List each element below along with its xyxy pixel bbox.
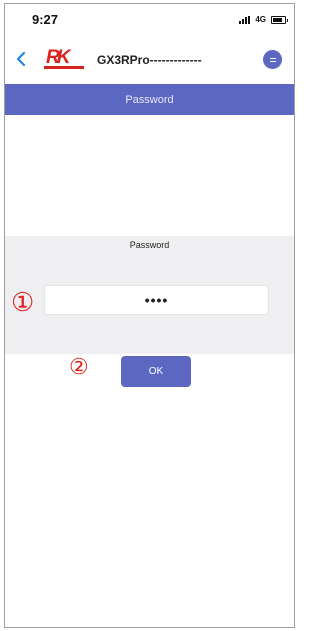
password-panel: Password •••• bbox=[5, 236, 294, 354]
page-title: Password bbox=[125, 93, 174, 106]
status-time: 9:27 bbox=[32, 12, 59, 27]
status-bar: 9:27 4G bbox=[5, 4, 294, 42]
annotation-marker-1: ① bbox=[11, 288, 35, 318]
menu-icon[interactable] bbox=[263, 50, 282, 69]
chevron-left-icon[interactable] bbox=[14, 51, 28, 67]
password-label: Password bbox=[129, 240, 170, 250]
battery-icon bbox=[271, 15, 288, 24]
device-name: GX3RPro------------- bbox=[97, 53, 202, 67]
annotation-marker-2: ② bbox=[69, 355, 89, 380]
title-bar: Password bbox=[5, 84, 294, 115]
status-indicators: 4G bbox=[239, 15, 288, 24]
password-input[interactable]: •••• bbox=[44, 285, 269, 315]
password-value: •••• bbox=[144, 292, 169, 308]
app-header: RK GX3RPro------------- bbox=[5, 42, 294, 78]
logo-underline bbox=[44, 66, 84, 69]
phone-screen: 9:27 4G RK GX3RPro------------- Password… bbox=[4, 3, 295, 628]
network-type: 4G bbox=[255, 15, 266, 24]
brand-logo: RK bbox=[44, 47, 84, 73]
ok-button[interactable]: OK bbox=[121, 356, 191, 387]
signal-icon bbox=[239, 15, 251, 24]
